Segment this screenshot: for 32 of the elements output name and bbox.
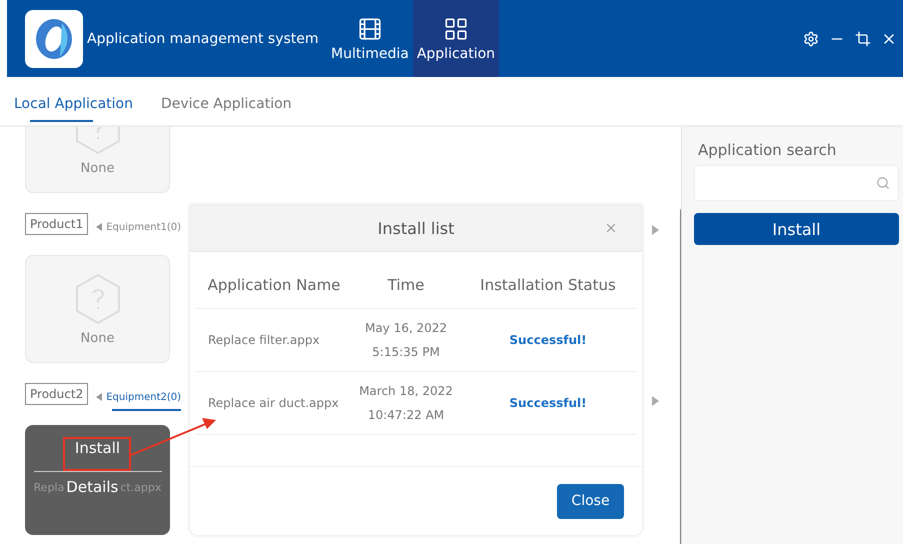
tab[interactable]: Local Application (14, 88, 133, 122)
column-header: Time (352, 276, 460, 309)
app-card[interactable]: Install Repla Details ct.appx (25, 425, 170, 535)
app-title: Application management system (87, 30, 320, 46)
app-card[interactable]: None (25, 255, 170, 363)
close-button[interactable]: Close (557, 484, 624, 518)
search-label: Application search (698, 141, 838, 159)
app-card[interactable]: None (25, 127, 170, 193)
card-label: None (80, 330, 114, 346)
install-button[interactable]: Install (694, 213, 899, 245)
equipment-tab[interactable]: Equipment1(0) (96, 216, 182, 240)
dialog-title: Install list (378, 218, 454, 238)
details-action[interactable]: Details (66, 478, 118, 496)
card-label: None (80, 160, 114, 176)
table-cell: March 18, 2022 10:47:22 AM (352, 372, 460, 435)
install-action[interactable]: Install (74, 439, 120, 457)
equipment-tab[interactable]: Equipment2(0) (96, 386, 182, 410)
column-header: Application Name (196, 276, 352, 309)
app-name-fragment: Repla (34, 480, 64, 494)
product-label[interactable]: Product2 (25, 383, 88, 405)
app-name-fragment: ct.appx (120, 480, 162, 494)
product-label[interactable]: Product1 (25, 213, 88, 235)
nav-label: Application (416, 46, 496, 62)
nav-tab[interactable]: Multimedia (327, 0, 413, 77)
table-cell: May 16, 2022 5:15:35 PM (352, 309, 460, 372)
table-cell: Replace filter.appx (196, 309, 352, 372)
status-cell: Successful! (460, 309, 636, 372)
nav-label: Multimedia (331, 46, 409, 62)
column-header: Installation Status (460, 276, 636, 309)
nav-tab[interactable]: Application (412, 0, 500, 77)
status-cell: Successful! (460, 372, 636, 435)
tab[interactable]: Device Application (160, 88, 292, 122)
